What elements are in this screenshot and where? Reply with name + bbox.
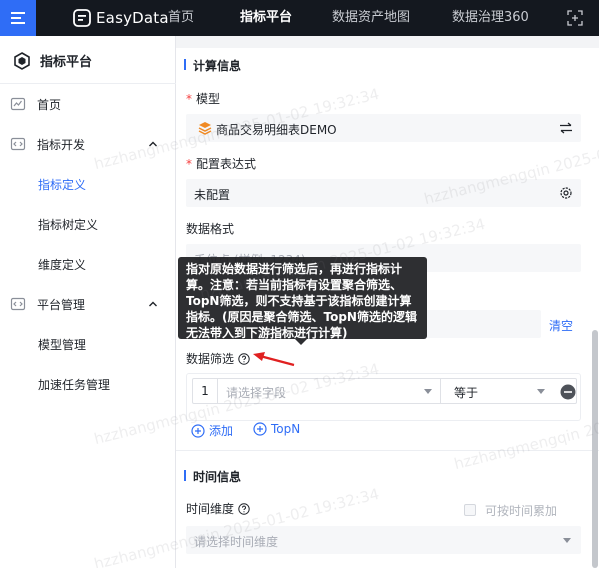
nav-metrics-platform[interactable]: 指标平台	[240, 0, 292, 36]
cumulative-label: 可按时间累加	[485, 504, 558, 518]
expression-label: * 配置表达式	[186, 155, 256, 172]
required-mark: *	[186, 92, 192, 106]
plus-circle-icon	[191, 423, 205, 438]
tooltip-line: 无法带入到下游指标进行计算)	[186, 326, 348, 339]
filter-operator-select[interactable]: 等于	[454, 384, 478, 401]
tooltip-line: 算。注意：若当前指标有设置聚合筛选、	[186, 278, 403, 292]
tooltip-arrow	[295, 339, 307, 345]
time-dimension-label: 时间维度	[186, 500, 250, 517]
time-dimension-label-text: 时间维度	[186, 502, 235, 516]
add-filter-label: 添加	[209, 424, 234, 438]
filter-help-tooltip: 指对原始数据进行筛选后，再进行指标计 算。注意：若当前指标有设置聚合筛选、 To…	[178, 257, 427, 339]
clear-button[interactable]: 清空	[549, 317, 573, 334]
nav-data-asset-map[interactable]: 数据资产地图	[332, 0, 410, 36]
fullscreen-icon[interactable]	[567, 10, 583, 26]
chevron-up-icon	[149, 301, 157, 307]
nav-data-governance[interactable]: 数据治理360	[452, 0, 529, 36]
top-navbar: EasyData 首页 指标平台 数据资产地图 数据治理360	[0, 0, 599, 36]
home-icon	[10, 97, 26, 111]
add-filter-button[interactable]: 添加	[191, 422, 233, 439]
time-dimension-select[interactable]: 请选择时间维度	[186, 526, 581, 554]
sidebar-item-label: 指标树定义	[38, 218, 99, 232]
sidebar-item-label: 指标开发	[37, 138, 86, 152]
easydata-logo[interactable]: EasyData	[73, 8, 169, 28]
sidebar-item-label: 维度定义	[38, 258, 87, 272]
gear-icon[interactable]	[559, 186, 573, 200]
sidebar-item-dimension[interactable]: 维度定义	[0, 244, 176, 284]
filter-label-text: 数据筛选	[186, 352, 235, 366]
remove-icon[interactable]	[560, 384, 576, 400]
caret-down-icon	[537, 389, 545, 394]
sidebar-item-label: 模型管理	[38, 338, 87, 352]
section-title-time: 时间信息	[184, 468, 241, 485]
expression-value: 未配置	[194, 188, 231, 202]
layers-icon	[198, 122, 212, 135]
sidebar: 指标平台 首页 指标开发 指标定义 指标树定义 维度定义 平台管理 模型管理 加…	[0, 36, 176, 568]
add-topn-label: TopN	[271, 422, 301, 436]
time-dimension-placeholder: 请选择时间维度	[194, 535, 279, 549]
swap-icon[interactable]	[559, 121, 573, 135]
cumulative-checkbox[interactable]	[464, 504, 476, 516]
sidebar-item-label: 首页	[37, 98, 62, 112]
help-icon[interactable]	[238, 503, 250, 515]
platform-logo-icon	[14, 52, 30, 70]
sidebar-header: 指标平台	[0, 36, 176, 84]
code-icon	[10, 297, 26, 311]
sidebar-item-label: 指标定义	[38, 178, 87, 192]
code-icon	[10, 137, 26, 151]
logo-text: EasyData	[96, 9, 169, 27]
tooltip-line: 指对原始数据进行筛选后，再进行指标计	[186, 262, 403, 276]
model-select[interactable]: 商品交易明细表DEMO	[186, 114, 581, 142]
sidebar-group-metric-dev[interactable]: 指标开发	[0, 124, 176, 164]
plus-circle-icon	[253, 422, 267, 436]
menu-toggle-button[interactable]	[0, 0, 36, 36]
sidebar-item-metric-tree[interactable]: 指标树定义	[0, 204, 176, 244]
logo-icon	[73, 9, 91, 27]
model-label-text: 模型	[196, 92, 221, 106]
filter-panel: 1 请选择字段 等于	[186, 373, 581, 421]
filter-label: 数据筛选	[186, 350, 250, 367]
caret-down-icon	[563, 538, 571, 543]
filter-row: 1 请选择字段 等于	[192, 378, 577, 404]
model-value: 商品交易明细表DEMO	[216, 123, 337, 137]
top-gap	[176, 36, 599, 48]
tooltip-line: 指标。(原因是聚合筛选、TopN筛选的逻辑	[186, 310, 417, 324]
scrollbar[interactable]	[592, 330, 598, 568]
caret-down-icon	[424, 389, 432, 394]
tooltip-line: TopN筛选，则不支持基于该指标创建计算	[186, 294, 412, 308]
chevron-up-icon	[149, 141, 157, 147]
expression-label-text: 配置表达式	[196, 157, 257, 171]
model-label: * 模型	[186, 90, 220, 107]
sidebar-group-platform-management[interactable]: 平台管理	[0, 284, 176, 324]
nav-home[interactable]: 首页	[168, 0, 194, 36]
add-topn-button[interactable]: TopN	[253, 422, 300, 436]
filter-field-select[interactable]: 请选择字段	[226, 384, 286, 401]
required-mark: *	[186, 157, 192, 171]
sidebar-item-model-management[interactable]: 模型管理	[0, 324, 176, 364]
sidebar-item-home[interactable]: 首页	[0, 84, 176, 124]
divider	[440, 379, 441, 403]
sidebar-item-acceleration-tasks[interactable]: 加速任务管理	[0, 364, 176, 404]
help-icon[interactable]	[238, 353, 250, 365]
section-title-calc: 计算信息	[184, 57, 241, 74]
menu-icon	[11, 12, 25, 24]
section-divider	[176, 450, 599, 451]
sidebar-item-label: 平台管理	[37, 298, 86, 312]
sidebar-title: 指标平台	[40, 55, 93, 70]
format-label: 数据格式	[186, 222, 235, 236]
filter-row-index: 1	[193, 379, 218, 403]
expression-field[interactable]: 未配置	[186, 179, 581, 207]
sidebar-item-label: 加速任务管理	[38, 378, 111, 392]
annotation-arrow-icon	[253, 352, 295, 367]
sidebar-item-metric-definition[interactable]: 指标定义	[0, 164, 176, 204]
